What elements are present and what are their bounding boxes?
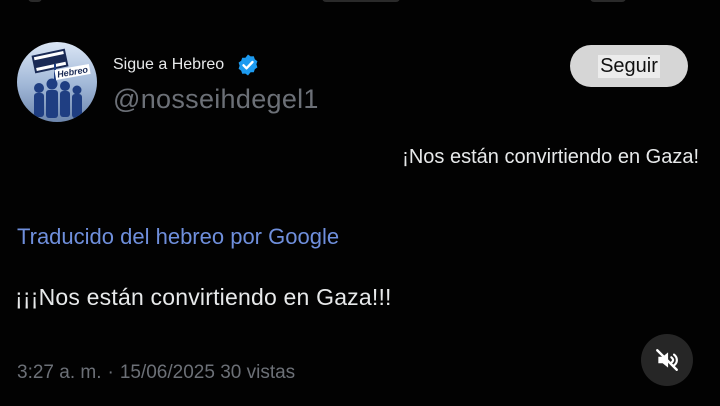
tweet-screen: Hebreo Sigue a Hebreo @nosseihdegel1 Seg… xyxy=(0,0,720,406)
follow-button-label: Seguir xyxy=(598,54,660,78)
follow-button[interactable]: Seguir xyxy=(570,45,688,87)
profile-handle[interactable]: @nosseihdegel1 xyxy=(113,84,319,115)
avatar-silhouettes-icon xyxy=(31,48,82,118)
meta-separator: · xyxy=(107,362,114,383)
profile-name[interactable]: Sigue a Hebreo xyxy=(113,56,224,74)
verified-badge-icon xyxy=(238,54,258,76)
tweet-meta: 3:27 a. m. · 15/06/2025 30 vistas xyxy=(17,362,295,384)
speaker-muted-icon xyxy=(656,349,678,371)
tweet-date[interactable]: 15/06/2025 xyxy=(120,362,215,383)
tweet-translated-text: ¡¡¡Nos están convirtiendo en Gaza!!! xyxy=(15,284,392,310)
tweet-original-text: ¡Nos están convirtiendo en Gaza! xyxy=(402,146,699,168)
translation-attribution-link[interactable]: Traducido del hebreo por Google xyxy=(17,224,339,250)
tweet-views: 30 vistas xyxy=(220,362,296,383)
tweet-time[interactable]: 3:27 a. m. xyxy=(17,362,102,383)
top-cropped-toolbar xyxy=(0,0,720,8)
avatar[interactable]: Hebreo xyxy=(17,42,97,122)
mute-toggle-button[interactable] xyxy=(641,334,693,386)
